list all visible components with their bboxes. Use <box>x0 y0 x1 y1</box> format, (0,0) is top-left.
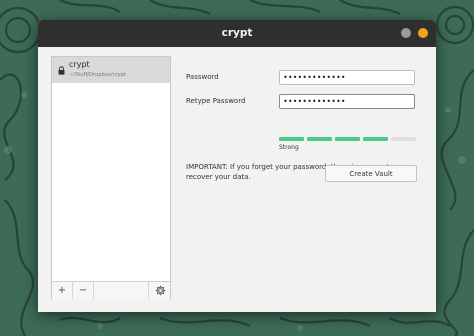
strength-label: Strong <box>279 144 299 151</box>
strength-segment <box>391 137 416 141</box>
password-label: Password <box>186 73 219 81</box>
minimize-button[interactable] <box>401 28 411 38</box>
window-title: crypt <box>221 27 253 39</box>
strength-segment <box>307 137 332 141</box>
app-window: crypt crypt ~/Stuff/Dropbox/crypt + − Pa… <box>38 20 436 312</box>
lock-icon <box>58 66 65 75</box>
strength-segment <box>363 137 388 141</box>
add-vault-button[interactable]: + <box>52 282 73 299</box>
vault-name: crypt <box>69 60 90 69</box>
sidebar-toolbar: + − <box>52 281 170 299</box>
strength-segment <box>335 137 360 141</box>
password-field[interactable] <box>279 70 415 85</box>
retype-password-field[interactable] <box>279 94 415 109</box>
gear-icon <box>155 285 165 296</box>
create-vault-button[interactable]: Create Vault <box>325 165 417 182</box>
vault-list-item[interactable]: crypt ~/Stuff/Dropbox/crypt <box>52 57 170 83</box>
vault-list: crypt ~/Stuff/Dropbox/crypt + − <box>51 56 171 299</box>
remove-vault-button[interactable]: − <box>73 282 94 299</box>
titlebar[interactable]: crypt <box>38 20 436 47</box>
close-button[interactable] <box>418 28 428 38</box>
retype-password-label: Retype Password <box>186 97 246 105</box>
vault-path: ~/Stuff/Dropbox/crypt <box>69 72 127 78</box>
strength-segment <box>279 137 304 141</box>
settings-button[interactable] <box>148 282 171 299</box>
